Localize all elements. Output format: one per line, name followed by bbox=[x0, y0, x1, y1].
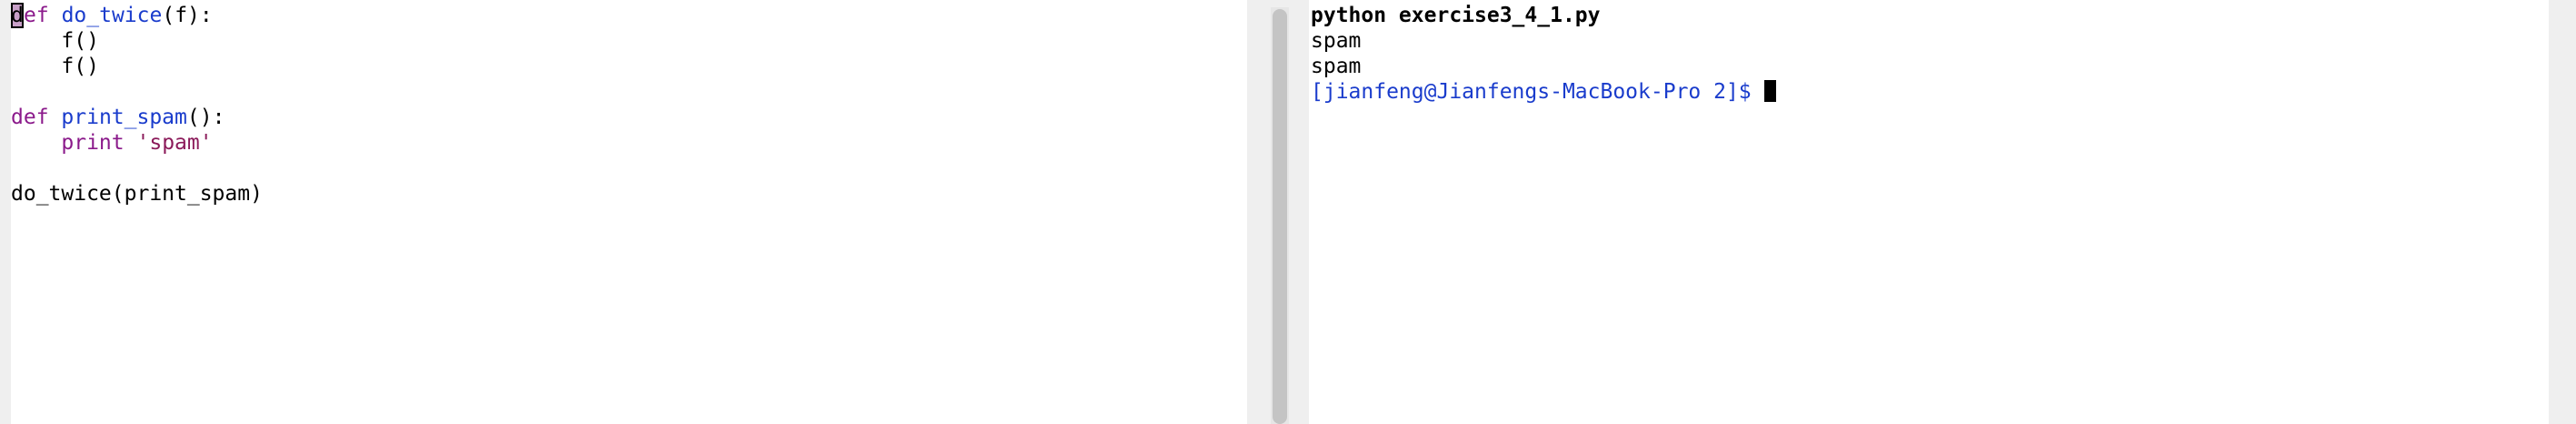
terminal-pane[interactable]: python exercise3_4_1.py spam spam [jianf… bbox=[1309, 0, 2549, 424]
editor-left-gutter bbox=[0, 0, 11, 424]
code-editor-pane[interactable]: def do_twice(f): f() f() def print_spam(… bbox=[11, 0, 1247, 424]
code-text: do_twice(print_spam) bbox=[11, 182, 263, 206]
shell-prompt: [jianfeng@Jianfengs-MacBook-Pro 2]$ bbox=[1311, 80, 1764, 104]
terminal-output-line: spam bbox=[1311, 55, 1362, 78]
code-line-2[interactable]: f() bbox=[11, 28, 99, 54]
code-text: (): bbox=[186, 106, 225, 129]
keyword-def: ef bbox=[24, 4, 49, 27]
code-text: f() bbox=[11, 55, 99, 78]
vertical-scrollbar-thumb[interactable] bbox=[1273, 9, 1287, 424]
code-line-8[interactable]: do_twice(print_spam) bbox=[11, 181, 263, 207]
function-name-print-spam: print_spam bbox=[61, 106, 187, 129]
split-view-window: def do_twice(f): f() f() def print_spam(… bbox=[0, 0, 2576, 424]
terminal-output-line: spam bbox=[1311, 29, 1362, 53]
code-line-6[interactable]: print 'spam' bbox=[11, 130, 213, 156]
keyword-def: def bbox=[11, 106, 49, 129]
terminal-command: python exercise3_4_1.py bbox=[1311, 4, 1601, 27]
keyword-print: print bbox=[61, 131, 125, 155]
code-line-1[interactable]: def do_twice(f): bbox=[11, 3, 213, 28]
terminal-prompt-line[interactable]: [jianfeng@Jianfengs-MacBook-Pro 2]$ bbox=[1311, 79, 1776, 105]
terminal-right-gutter bbox=[2549, 0, 2576, 424]
function-name-do-twice: do_twice bbox=[61, 4, 163, 27]
code-text: f() bbox=[11, 29, 99, 53]
code-line-5[interactable]: def print_spam(): bbox=[11, 105, 225, 130]
code-line-3[interactable]: f() bbox=[11, 54, 99, 79]
code-text: (f): bbox=[162, 4, 213, 27]
text-cursor: d bbox=[11, 3, 24, 28]
terminal-cursor bbox=[1763, 80, 1776, 102]
string-literal: 'spam' bbox=[136, 131, 213, 155]
